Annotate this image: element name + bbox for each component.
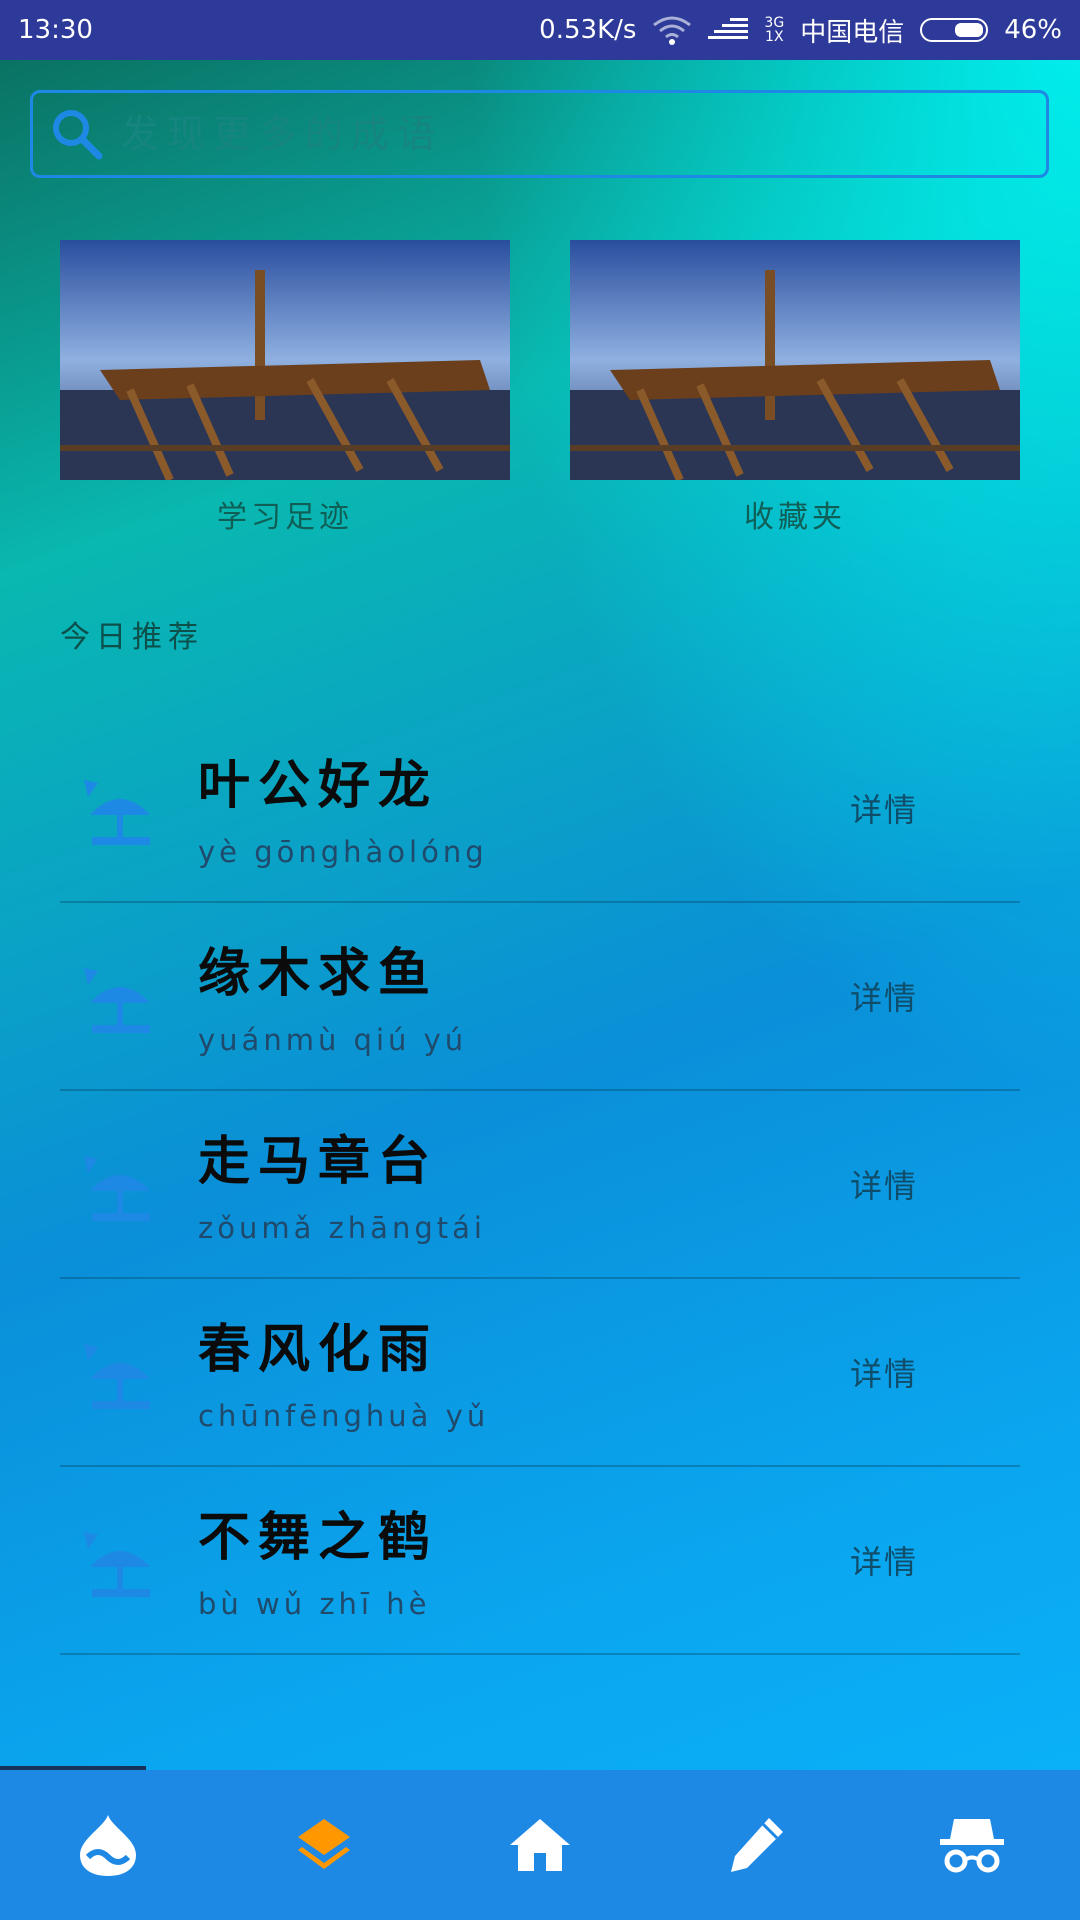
status-time: 13:30 <box>18 15 93 45</box>
idiom-pinyin: zǒumǎ zhāngtái <box>198 1211 486 1245</box>
home-icon <box>510 1819 570 1871</box>
nav-profile[interactable] <box>912 1785 1032 1905</box>
tile-image <box>570 240 1020 480</box>
tile-label: 学习足迹 <box>217 500 353 535</box>
tile-study-history[interactable]: 学习足迹 <box>60 240 510 536</box>
battery-icon <box>920 18 989 42</box>
detail-link[interactable]: 详情 <box>850 1537 918 1583</box>
network-type-bottom: 1X <box>765 29 784 45</box>
list-item[interactable]: 不舞之鹤 bù wǔ zhī hè 详情 <box>60 1467 1020 1655</box>
network-type: 3G 1X <box>764 16 784 44</box>
nav-home[interactable] <box>480 1785 600 1905</box>
nav-layers[interactable] <box>264 1785 384 1905</box>
list-item[interactable]: 叶公好龙 yè gōnghàolóng 详情 <box>60 715 1020 903</box>
tile-label: 收藏夹 <box>744 500 846 535</box>
network-speed: 0.53K/s <box>539 15 637 45</box>
beach-umbrella-icon <box>84 1532 150 1597</box>
tile-favorites[interactable]: 收藏夹 <box>570 240 1020 536</box>
network-type-top: 3G <box>764 15 785 31</box>
beach-umbrella-icon <box>84 968 150 1033</box>
idiom-pinyin: chūnfēnghuà yǔ <box>198 1399 490 1433</box>
status-right: 0.53K/s 3G 1X 中国电信 46% <box>539 12 1062 49</box>
search-bar[interactable] <box>30 90 1049 178</box>
list-item[interactable]: 缘木求鱼 yuánmù qiú yú 详情 <box>60 903 1020 1091</box>
tile-image <box>60 240 510 480</box>
battery-percent: 46% <box>1004 15 1062 45</box>
status-bar: 13:30 0.53K/s 3G 1X 中国电信 46% <box>0 0 1080 60</box>
pencil-icon <box>731 1818 783 1872</box>
idiom-title: 不舞之鹤 <box>198 1507 439 1568</box>
idiom-pinyin: bù wǔ zhī hè <box>198 1587 431 1621</box>
detail-link[interactable]: 详情 <box>850 1349 918 1395</box>
wifi-icon <box>653 16 692 45</box>
layers-icon <box>298 1819 350 1869</box>
list-item[interactable]: 春风化雨 chūnfēnghuà yǔ 详情 <box>60 1279 1020 1467</box>
section-title: 今日推荐 <box>60 620 204 655</box>
idiom-pinyin: yuánmù qiú yú <box>198 1023 468 1057</box>
detail-link[interactable]: 详情 <box>850 973 918 1019</box>
idiom-title: 叶公好龙 <box>198 755 439 816</box>
drupal-drop-icon <box>80 1815 136 1876</box>
idiom-list: 叶公好龙 yè gōnghàolóng 详情 缘木求鱼 yuánmù qiú y… <box>60 715 1020 1655</box>
search-icon <box>53 110 103 160</box>
signal-icon <box>708 18 749 39</box>
incognito-icon <box>940 1819 1004 1873</box>
beach-umbrella-icon <box>84 1156 150 1221</box>
search-input[interactable] <box>119 103 1046 165</box>
bottom-nav <box>0 1770 1080 1920</box>
carrier-name: 中国电信 <box>800 17 905 48</box>
detail-link[interactable]: 详情 <box>850 1161 918 1207</box>
idiom-title: 春风化雨 <box>198 1319 439 1380</box>
list-item[interactable]: 走马章台 zǒumǎ zhāngtái 详情 <box>60 1091 1020 1279</box>
nav-discover[interactable] <box>48 1785 168 1905</box>
idiom-pinyin: yè gōnghàolóng <box>198 835 488 869</box>
detail-link[interactable]: 详情 <box>850 785 918 831</box>
beach-umbrella-icon <box>84 1344 150 1409</box>
nav-edit[interactable] <box>696 1785 816 1905</box>
beach-umbrella-icon <box>84 780 150 845</box>
idiom-title: 走马章台 <box>198 1131 439 1192</box>
idiom-title: 缘木求鱼 <box>198 943 439 1004</box>
